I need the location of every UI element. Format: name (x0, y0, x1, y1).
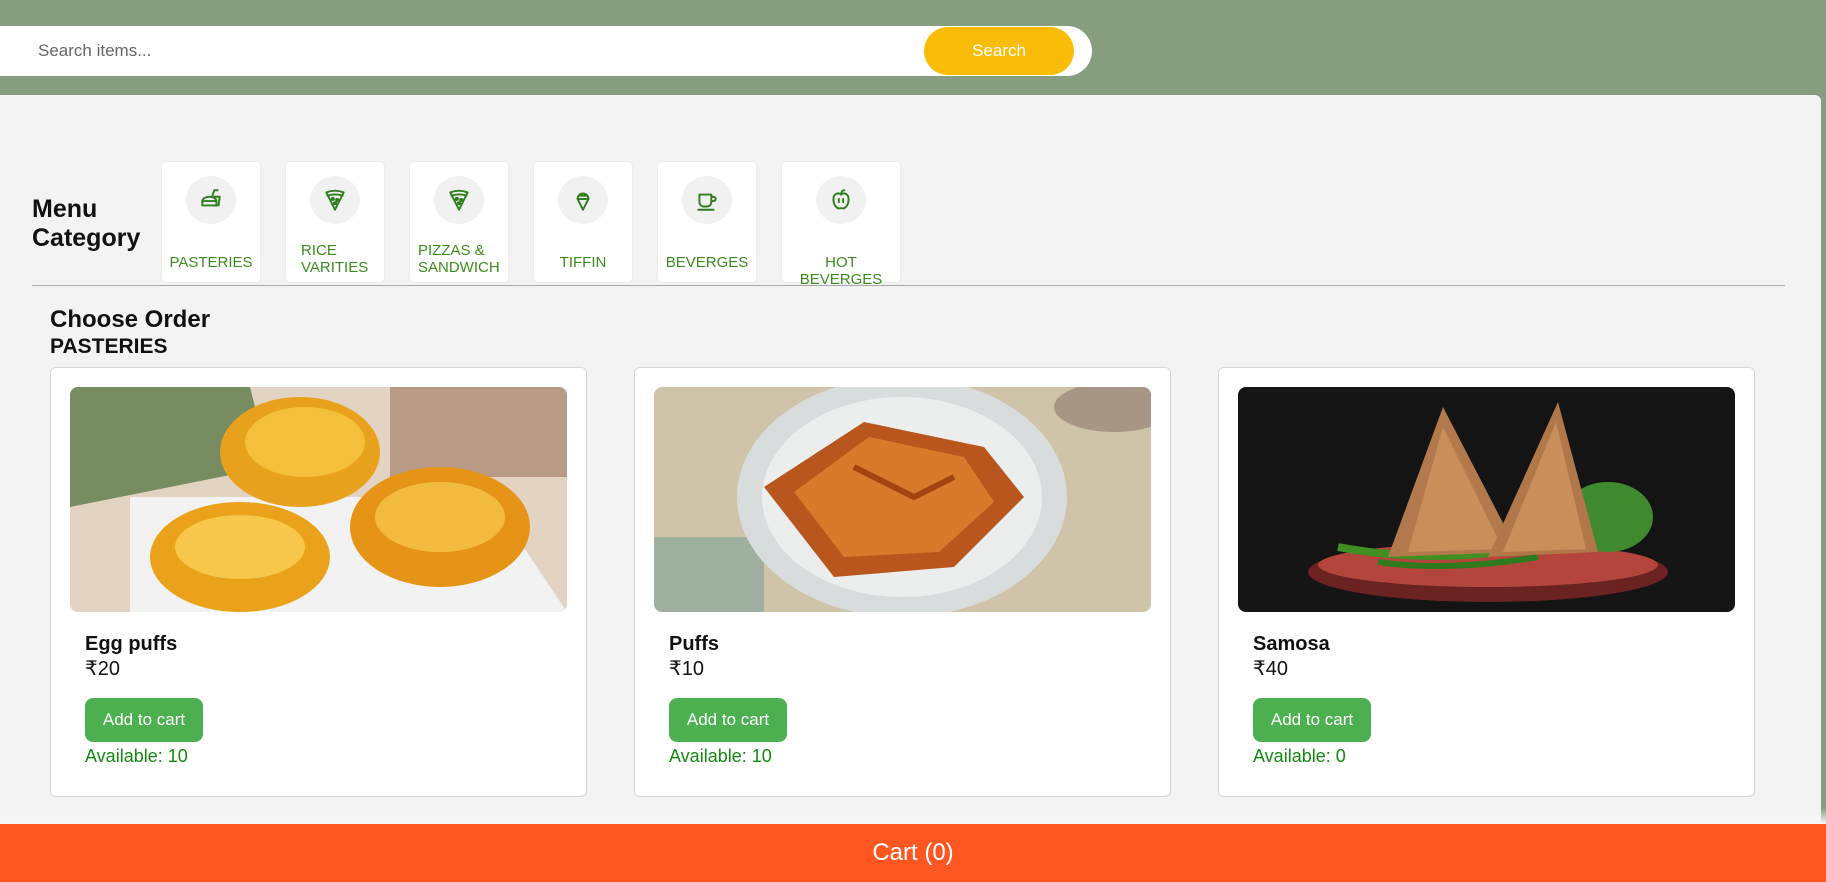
cart-button[interactable]: Cart (0) (0, 824, 1826, 882)
page-edge (1821, 95, 1826, 808)
ice-cream-icon (558, 176, 608, 224)
search-bar: Search (0, 26, 1092, 76)
category-hot-beverges[interactable]: HOT BEVERGES (781, 161, 901, 288)
availability-text: Available: 10 (85, 746, 188, 766)
category-label: TIFFIN (559, 254, 607, 271)
puffs-image (654, 387, 1151, 612)
add-to-cart-button[interactable]: Add to cart (85, 698, 203, 742)
search-button[interactable]: Search (924, 27, 1074, 75)
pizza-slice-icon (310, 176, 360, 224)
cart-label: Cart (0) (872, 839, 954, 866)
category-beverges[interactable]: BEVERGES (657, 161, 757, 283)
product-name: Samosa (1253, 633, 1330, 655)
egg-puffs-image (70, 387, 567, 612)
main-panel: Menu Category PASTERIES RICE VARITIES PI… (0, 95, 1821, 882)
apple-icon (816, 176, 866, 224)
product-name: Puffs (669, 633, 719, 655)
category-label: PASTERIES (169, 254, 253, 271)
product-price: ₹20 (85, 658, 120, 680)
add-to-cart-button[interactable]: Add to cart (1253, 698, 1371, 742)
category-label: BEVERGES (665, 254, 749, 271)
availability-text: Available: 0 (1253, 746, 1346, 766)
product-card-egg-puffs: Egg puffs ₹20 Add to cart Available: 10 (50, 367, 587, 797)
product-price: ₹10 (669, 658, 704, 680)
category-label: HOT BEVERGES (799, 254, 883, 288)
cart-shadow (0, 808, 1826, 824)
search-input[interactable] (0, 26, 920, 76)
samosa-image (1238, 387, 1735, 612)
availability-text: Available: 10 (669, 746, 772, 766)
category-rice-varities[interactable]: RICE VARITIES (285, 161, 385, 283)
menu-category-title: Menu Category (32, 195, 141, 252)
category-label: RICE VARITIES (301, 242, 369, 276)
product-name: Egg puffs (85, 633, 178, 655)
product-price: ₹40 (1253, 658, 1288, 680)
category-pizzas-sandwich[interactable]: PIZZAS & SANDWICH (409, 161, 509, 283)
coffee-cup-icon (682, 176, 732, 224)
pizza-slice-icon (434, 176, 484, 224)
choose-order-title: Choose Order (50, 306, 211, 333)
fast-food-icon (186, 176, 236, 224)
product-card-puffs: Puffs ₹10 Add to cart Available: 10 (634, 367, 1171, 797)
add-to-cart-button[interactable]: Add to cart (669, 698, 787, 742)
divider (32, 285, 1785, 286)
category-pasteries[interactable]: PASTERIES (161, 161, 261, 283)
product-card-samosa: Samosa ₹40 Add to cart Available: 0 (1218, 367, 1755, 797)
category-label: PIZZAS & SANDWICH (418, 242, 500, 276)
selected-category-heading: PASTERIES (50, 335, 168, 358)
category-tiffin[interactable]: TIFFIN (533, 161, 633, 283)
